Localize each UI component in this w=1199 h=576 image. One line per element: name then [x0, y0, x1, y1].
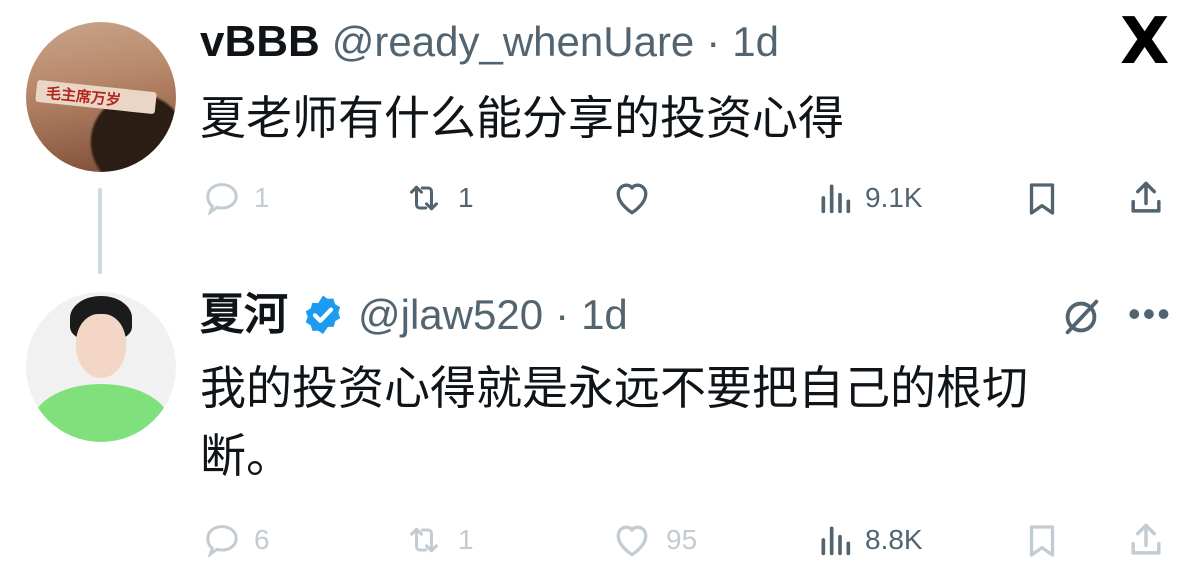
- reply-count: 1: [254, 182, 270, 213]
- reply-icon: [206, 525, 238, 559]
- grok-button[interactable]: [1058, 294, 1104, 345]
- x-logo-icon[interactable]: X: [1120, 10, 1169, 74]
- separator-dot: ·: [706, 18, 721, 65]
- tweet-text-line-1: 我的投资心得就是永远不要把自己的根切: [200, 361, 1028, 415]
- separator-dot: ·: [555, 291, 570, 338]
- avatar[interactable]: 毛主席万岁: [26, 22, 176, 172]
- avatar-face: [76, 314, 126, 378]
- bookmark-button[interactable]: [1020, 520, 1064, 562]
- thread-line: [98, 188, 102, 274]
- views-count: 8.8K: [865, 524, 923, 555]
- like-button[interactable]: 95: [608, 518, 697, 562]
- repost-count: 1: [458, 524, 474, 555]
- reply-icon: [206, 183, 238, 217]
- views-icon: [821, 184, 851, 214]
- repost-button[interactable]: 1: [400, 178, 474, 218]
- like-count: 95: [666, 524, 698, 555]
- like-button[interactable]: [608, 176, 656, 220]
- reply-count: 6: [254, 524, 270, 555]
- repost-button[interactable]: 1: [400, 520, 474, 560]
- user-handle[interactable]: @ready_whenUare: [332, 20, 695, 64]
- timestamp[interactable]: 1d: [581, 293, 628, 337]
- share-button[interactable]: [1124, 518, 1168, 562]
- avatar-banner: 毛主席万岁: [35, 79, 157, 115]
- timestamp[interactable]: 1d: [732, 20, 779, 64]
- repost-icon: [410, 527, 438, 553]
- avatar[interactable]: [26, 292, 176, 442]
- views-count: 9.1K: [865, 182, 923, 213]
- share-icon: [1131, 181, 1161, 213]
- share-button[interactable]: [1124, 176, 1168, 220]
- views-button[interactable]: 8.8K: [815, 520, 923, 560]
- more-icon: •••: [1128, 293, 1172, 334]
- tweet-text-line-2: 断。: [200, 429, 292, 483]
- avatar-shirt: [32, 384, 170, 442]
- verified-badge-icon[interactable]: [300, 292, 346, 338]
- bookmark-icon: [1029, 525, 1055, 557]
- tweet-header: vBBB @ready_whenUare · 1d: [200, 20, 779, 64]
- bookmark-button[interactable]: [1020, 178, 1064, 220]
- views-button[interactable]: 9.1K: [815, 178, 923, 218]
- like-icon: [616, 183, 648, 215]
- display-name[interactable]: vBBB: [200, 20, 320, 64]
- reply-button[interactable]: 6: [200, 520, 270, 560]
- reply-button[interactable]: 1: [200, 178, 270, 218]
- share-icon: [1131, 523, 1161, 555]
- repost-count: 1: [458, 182, 474, 213]
- repost-icon: [410, 185, 438, 211]
- views-icon: [821, 526, 851, 556]
- like-icon: [616, 525, 648, 557]
- grok-icon: [1065, 299, 1099, 335]
- user-handle[interactable]: @jlaw520: [358, 293, 543, 337]
- bookmark-icon: [1029, 183, 1055, 215]
- tweet-header: 夏河 @jlaw520 · 1d: [200, 292, 628, 338]
- display-name[interactable]: 夏河: [200, 293, 288, 337]
- tweet-text: 夏老师有什么能分享的投资心得: [200, 91, 844, 145]
- more-button[interactable]: •••: [1128, 296, 1172, 332]
